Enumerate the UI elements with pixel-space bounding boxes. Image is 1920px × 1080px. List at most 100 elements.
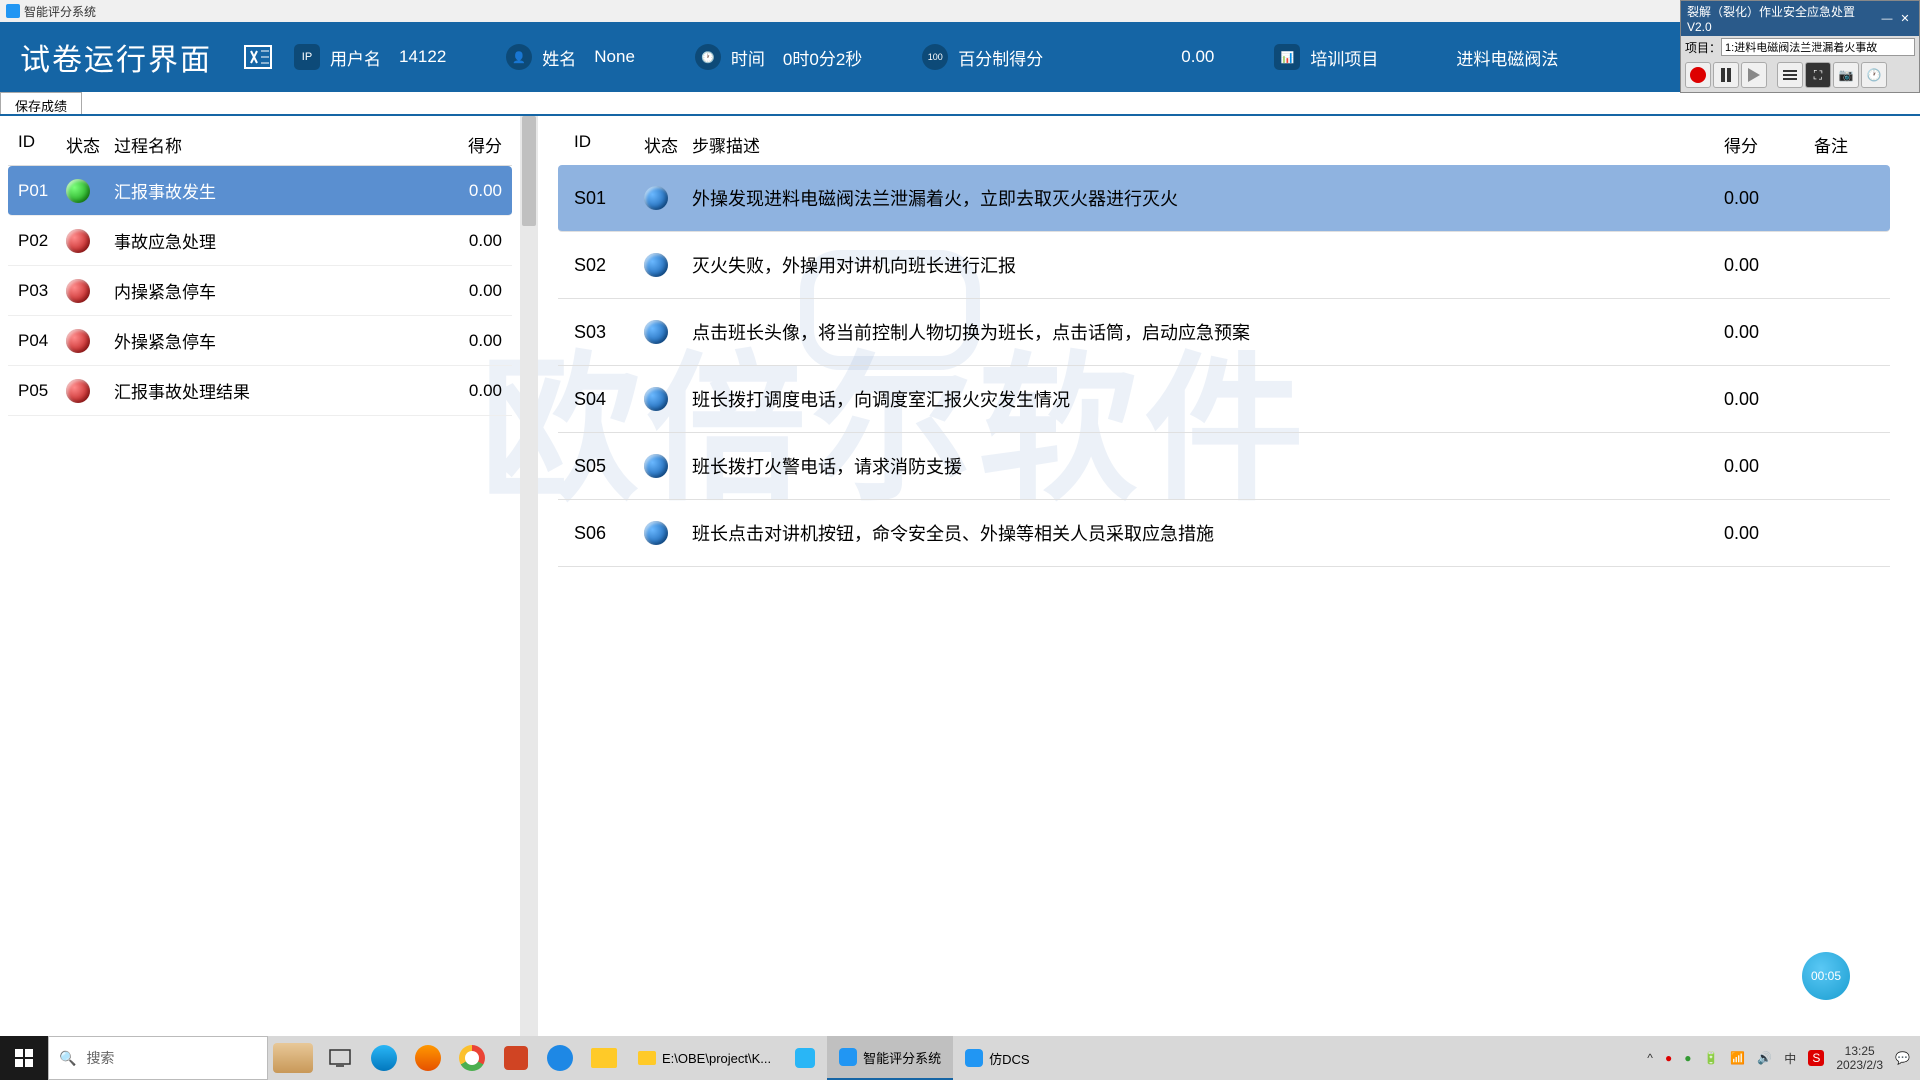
notification-icon[interactable]: 💬 — [1895, 1051, 1910, 1065]
play-button[interactable] — [1741, 62, 1767, 88]
step-row[interactable]: S02 灭火失败，外操用对讲机向班长进行汇报 0.00 — [558, 232, 1890, 299]
system-tray[interactable]: ^ ● ● 🔋 📶 🔊 中 S 13:25 2023/2/3 💬 — [1637, 1044, 1920, 1073]
ime-indicator[interactable]: 中 — [1784, 1050, 1796, 1067]
proc-id: P03 — [18, 281, 66, 301]
tray-icon-2[interactable]: ● — [1684, 1051, 1691, 1065]
person-icon: 👤 — [506, 44, 532, 70]
ppt-icon[interactable] — [494, 1036, 538, 1080]
left-scrollbar[interactable] — [520, 116, 538, 1036]
app-icon-1[interactable] — [538, 1036, 582, 1080]
col-id: ID — [574, 132, 644, 157]
recorder-controls: ⛶ 📷 🕐 — [1681, 58, 1919, 92]
proc-score: 0.00 — [422, 331, 502, 351]
training-field: 📊 培训项目 进料电磁阀法 — [1274, 44, 1558, 70]
process-row[interactable]: P05 汇报事故处理结果 0.00 — [8, 366, 512, 416]
col-remark: 备注 — [1814, 132, 1874, 157]
status-orb-icon — [644, 521, 668, 545]
cortana-icon[interactable] — [268, 1043, 318, 1073]
score-field: 100 百分制得分 0.00 — [922, 44, 1214, 70]
start-button[interactable] — [0, 1036, 48, 1080]
proc-score: 0.00 — [422, 281, 502, 301]
explorer-icon[interactable] — [582, 1036, 626, 1080]
taskbar-app[interactable] — [783, 1036, 827, 1080]
tray-icon-1[interactable]: ● — [1665, 1051, 1672, 1065]
status-orb-icon — [66, 329, 90, 353]
camera-button[interactable]: 📷 — [1833, 62, 1859, 88]
task-view-icon[interactable] — [318, 1049, 362, 1067]
time-label: 时间 — [731, 45, 765, 70]
proc-status — [66, 379, 114, 403]
step-desc: 班长拨打火警电话，请求消防支援 — [692, 453, 1724, 479]
hundred-icon: 100 — [922, 44, 948, 70]
step-id: S04 — [574, 389, 644, 410]
step-score: 0.00 — [1724, 456, 1814, 477]
proc-status — [66, 229, 114, 253]
taskbar-search[interactable]: 🔍 搜索 — [48, 1036, 268, 1080]
proc-name: 事故应急处理 — [114, 228, 422, 253]
col-score: 得分 — [1724, 132, 1814, 157]
record-button[interactable] — [1685, 62, 1711, 88]
chrome-icon[interactable] — [450, 1036, 494, 1080]
timer-button[interactable]: 🕐 — [1861, 62, 1887, 88]
recorder-titlebar[interactable]: 裂解（裂化）作业安全应急处置V2.0 — ✕ — [1681, 1, 1919, 36]
col-status: 状态 — [644, 132, 692, 157]
screen-button[interactable]: ⛶ — [1805, 62, 1831, 88]
project-input[interactable] — [1721, 38, 1915, 56]
search-placeholder: 搜索 — [86, 1048, 114, 1068]
tray-network-icon[interactable]: 📶 — [1730, 1051, 1745, 1065]
taskbar-clock[interactable]: 13:25 2023/2/3 — [1836, 1044, 1883, 1073]
edge-icon[interactable] — [362, 1036, 406, 1080]
status-orb-icon — [66, 279, 90, 303]
step-row[interactable]: S03 点击班长头像，将当前控制人物切换为班长，点击话筒，启动应急预案 0.00 — [558, 299, 1890, 366]
taskbar-app[interactable]: E:\OBE\project\K... — [626, 1036, 783, 1080]
search-icon: 🔍 — [59, 1050, 76, 1067]
process-row[interactable]: P02 事故应急处理 0.00 — [8, 216, 512, 266]
proc-id: P04 — [18, 331, 66, 351]
app-label: 智能评分系统 — [863, 1048, 941, 1067]
proc-status — [66, 179, 114, 203]
firefox-icon[interactable] — [406, 1036, 450, 1080]
process-row[interactable]: P01 汇报事故发生 0.00 — [8, 166, 512, 216]
step-status — [644, 454, 692, 478]
step-row[interactable]: S06 班长点击对讲机按钮，命令安全员、外操等相关人员采取应急措施 0.00 — [558, 500, 1890, 567]
app-label: 仿DCS — [989, 1049, 1029, 1068]
pause-button[interactable] — [1713, 62, 1739, 88]
save-score-button[interactable]: 保存成绩 — [0, 92, 82, 114]
proc-id: P01 — [18, 181, 66, 201]
step-desc: 外操发现进料电磁阀法兰泄漏着火，立即去取灭火器进行灭火 — [692, 185, 1724, 211]
training-value: 进料电磁阀法 — [1456, 45, 1558, 70]
window-title: 智能评分系统 — [24, 3, 96, 20]
col-status: 状态 — [66, 132, 114, 157]
step-row[interactable]: S05 班长拨打火警电话，请求消防支援 0.00 — [558, 433, 1890, 500]
score-label: 百分制得分 — [958, 45, 1043, 70]
excel-export-icon[interactable] — [242, 41, 274, 73]
app-icon — [6, 4, 20, 18]
scroll-thumb[interactable] — [522, 116, 536, 226]
list-button[interactable] — [1777, 62, 1803, 88]
step-desc: 灭火失败，外操用对讲机向班长进行汇报 — [692, 252, 1724, 278]
minimize-icon[interactable]: — — [1879, 12, 1895, 26]
recorder-project-row: 项目： — [1681, 36, 1919, 58]
step-row[interactable]: S01 外操发现进料电磁阀法兰泄漏着火，立即去取灭火器进行灭火 0.00 — [558, 165, 1890, 232]
status-orb-icon — [66, 229, 90, 253]
timer-bubble[interactable]: 00:05 — [1802, 952, 1850, 1000]
tray-battery-icon[interactable]: 🔋 — [1703, 1051, 1718, 1065]
sogou-icon[interactable]: S — [1808, 1050, 1824, 1066]
status-orb-icon — [644, 253, 668, 277]
process-row[interactable]: P04 外操紧急停车 0.00 — [8, 316, 512, 366]
tray-volume-icon[interactable]: 🔊 — [1757, 1051, 1772, 1065]
step-status — [644, 186, 692, 210]
recorder-floating-window[interactable]: 裂解（裂化）作业安全应急处置V2.0 — ✕ 项目： ⛶ 📷 🕐 — [1680, 0, 1920, 93]
taskbar[interactable]: 🔍 搜索 E:\OBE\project\K... 智能评分系统 仿DCS ^ ● ●… — [0, 1036, 1920, 1080]
taskbar-app[interactable]: 仿DCS — [953, 1036, 1041, 1080]
tray-chevron-icon[interactable]: ^ — [1647, 1051, 1653, 1065]
process-row[interactable]: P03 内操紧急停车 0.00 — [8, 266, 512, 316]
step-row[interactable]: S04 班长拨打调度电话，向调度室汇报火灾发生情况 0.00 — [558, 366, 1890, 433]
step-id: S03 — [574, 322, 644, 343]
clock-icon: 🕐 — [695, 44, 721, 70]
proc-score: 0.00 — [422, 381, 502, 401]
step-list-pane: ID 状态 步骤描述 得分 备注 S01 外操发现进料电磁阀法兰泄漏着火，立即去… — [538, 116, 1920, 1036]
close-icon[interactable]: ✕ — [1897, 12, 1913, 26]
col-id: ID — [18, 132, 66, 157]
taskbar-app[interactable]: 智能评分系统 — [827, 1036, 953, 1080]
